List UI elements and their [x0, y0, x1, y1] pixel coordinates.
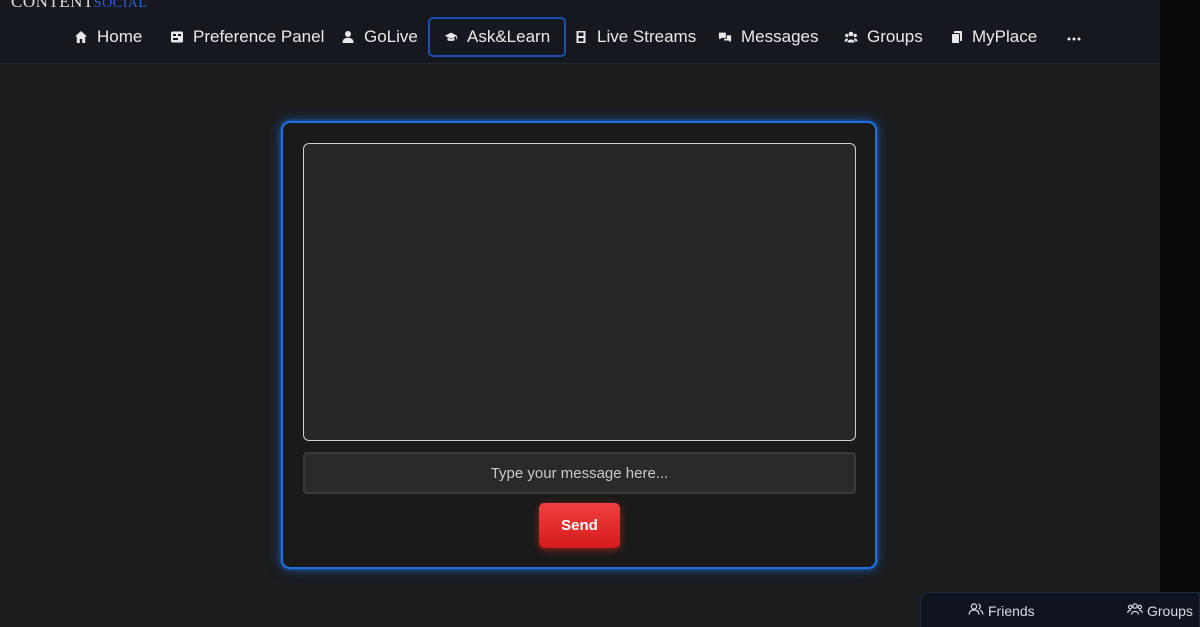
- copy-icon: [949, 30, 963, 44]
- user-friends-icon: [968, 602, 984, 619]
- more-menu-button[interactable]: [1064, 17, 1084, 57]
- right-gutter: [1160, 0, 1200, 627]
- users-icon: [844, 30, 858, 44]
- app-window: CONTENTSOCIAL Home Preference Panel GoLi…: [0, 0, 1200, 627]
- nav-item-home[interactable]: Home: [74, 17, 142, 57]
- nav-item-myplace[interactable]: MyPlace: [949, 17, 1037, 57]
- nav-item-label: MyPlace: [972, 27, 1038, 46]
- nav-item-label: GoLive: [364, 27, 418, 46]
- friends-tab-label: Friends: [988, 602, 1035, 619]
- comments-icon: [718, 30, 732, 44]
- nav-item-golive[interactable]: GoLive: [341, 17, 418, 57]
- nav-item-ask-learn[interactable]: Ask&Learn: [428, 17, 567, 57]
- nav-item-label: Home: [97, 27, 143, 46]
- brand-logo[interactable]: CONTENTSOCIAL: [11, 0, 147, 12]
- groups-tab-label: Groups: [1147, 602, 1193, 619]
- graduation-cap-icon: [444, 30, 458, 44]
- brand-text-content: CONTENT: [11, 0, 94, 11]
- nav-item-groups[interactable]: Groups: [844, 17, 923, 57]
- nav-item-messages[interactable]: Messages: [718, 17, 818, 57]
- chat-panel: Send: [281, 121, 877, 569]
- send-button[interactable]: Send: [539, 503, 620, 548]
- nav-item-label: Preference Panel: [193, 27, 325, 46]
- groups-tab[interactable]: Groups: [1127, 602, 1193, 619]
- chat-message-area[interactable]: [303, 143, 856, 441]
- brand-text-social: SOCIAL: [93, 0, 148, 11]
- nav-item-live-streams[interactable]: Live Streams: [574, 17, 696, 57]
- nav-item-label: Live Streams: [597, 27, 697, 46]
- friends-tab[interactable]: Friends: [968, 602, 1035, 619]
- preferences-icon: [170, 30, 184, 44]
- film-icon: [574, 30, 588, 44]
- nav-item-preference-panel[interactable]: Preference Panel: [170, 17, 324, 57]
- home-icon: [74, 30, 88, 44]
- nav-item-label: Groups: [867, 27, 923, 46]
- user-group-icon: [1127, 602, 1143, 619]
- friends-dock: Friends Groups: [920, 592, 1200, 627]
- message-input[interactable]: [303, 452, 856, 494]
- top-navbar: CONTENTSOCIAL Home Preference Panel GoLi…: [0, 0, 1160, 64]
- ellipsis-icon: [1067, 28, 1081, 46]
- nav-item-label: Messages: [741, 27, 819, 46]
- nav-item-label: Ask&Learn: [467, 27, 551, 46]
- main-nav: Home Preference Panel GoLive Ask&Learn L…: [0, 17, 1160, 57]
- user-icon: [341, 30, 355, 44]
